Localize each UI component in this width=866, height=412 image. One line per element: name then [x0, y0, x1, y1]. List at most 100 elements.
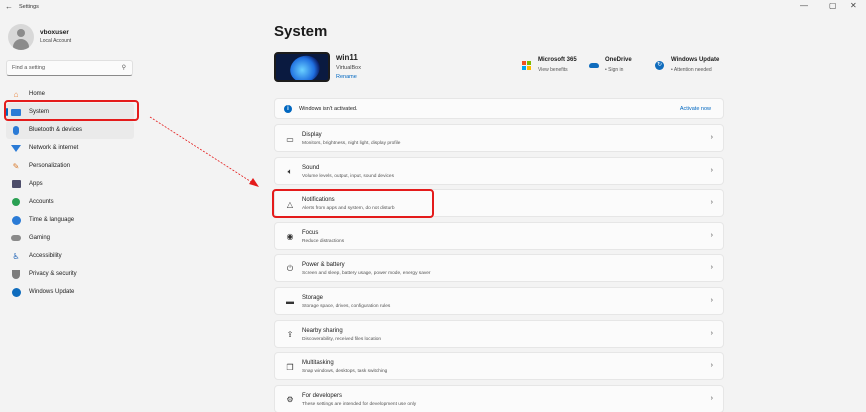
- quick-link-name: Windows Update: [671, 57, 720, 63]
- desktop-thumbnail: [274, 52, 330, 82]
- sidebar-item-label: Bluetooth & devices: [29, 127, 83, 133]
- sidebar-item-network[interactable]: Network & internet: [6, 139, 134, 157]
- setting-focus[interactable]: ◉ Focus Reduce distractions ›: [274, 221, 724, 250]
- quick-link-status: • Sign in: [605, 67, 624, 73]
- chevron-right-icon: ›: [710, 329, 713, 337]
- gamepad-icon: [11, 233, 21, 243]
- sidebar-item-apps[interactable]: Apps: [6, 175, 134, 193]
- globe-icon: [11, 215, 21, 225]
- sidebar-item-gaming[interactable]: Gaming: [6, 229, 134, 247]
- chevron-right-icon: ›: [710, 166, 713, 174]
- sidebar-item-privacy[interactable]: Privacy & security: [6, 265, 134, 283]
- focus-icon: ◉: [286, 232, 294, 242]
- sidebar-item-label: Network & internet: [29, 145, 79, 151]
- setting-for-developers[interactable]: ⚙ For developers These settings are inte…: [274, 384, 724, 412]
- setting-description: Volume levels, output, input, sound devi…: [302, 173, 394, 179]
- title-bar: ← Settings — ▢ ✕: [0, 0, 866, 14]
- power-icon: ⏻: [286, 264, 294, 274]
- setting-description: Monitors, brightness, night light, displ…: [302, 141, 401, 146]
- account-type: Local Account: [40, 38, 72, 44]
- quick-link-status: • Attention needed: [671, 67, 712, 73]
- setting-multitasking[interactable]: ❐ Multitasking Snap windows, desktops, t…: [274, 352, 724, 381]
- setting-description: Screen and sleep, battery usage, power m…: [302, 271, 431, 277]
- setting-sound[interactable]: 🔈︎ Sound Volume levels, output, input, s…: [274, 156, 724, 185]
- quick-link-status: View benefits: [538, 67, 568, 73]
- back-arrow-icon[interactable]: ←: [5, 2, 13, 12]
- sidebar-item-label: Personalization: [29, 163, 71, 169]
- setting-title: Display: [302, 132, 322, 138]
- chevron-right-icon: ›: [710, 264, 713, 272]
- chevron-right-icon: ›: [710, 394, 713, 402]
- activation-banner: i Windows isn't activated. Activate now: [274, 98, 724, 119]
- apps-icon: [11, 179, 21, 189]
- setting-storage[interactable]: ▬ Storage Storage space, drives, configu…: [274, 286, 724, 315]
- device-model: VirtualBox: [336, 65, 361, 71]
- close-button[interactable]: ✕: [850, 1, 857, 11]
- window-title: Settings: [19, 4, 39, 10]
- sidebar-item-bluetooth[interactable]: Bluetooth & devices: [6, 121, 134, 139]
- microsoft-logo-icon: [522, 61, 531, 70]
- setting-display[interactable]: ▭ Display Monitors, brightness, night li…: [274, 124, 724, 152]
- shield-icon: [11, 269, 21, 279]
- sidebar-item-personalization[interactable]: ✎ Personalization: [6, 157, 134, 175]
- sidebar-item-home[interactable]: ⌂ Home: [6, 85, 134, 103]
- user-name: vboxuser: [40, 29, 69, 36]
- bell-icon: △: [286, 199, 294, 209]
- setting-title: For developers: [302, 392, 343, 399]
- setting-description: Snap windows, desktops, task switching: [302, 369, 388, 375]
- maximize-button[interactable]: ▢: [829, 1, 837, 11]
- search-placeholder: Find a setting: [12, 65, 46, 71]
- page-title: System: [274, 23, 328, 40]
- setting-notifications[interactable]: △ Notifications Alerts from apps and sys…: [274, 189, 724, 218]
- storage-icon: ▬: [286, 297, 294, 307]
- sidebar-item-windows-update[interactable]: Windows Update: [6, 283, 134, 301]
- setting-title: Multitasking: [302, 360, 334, 367]
- setting-description: Alerts from apps and system, do not dist…: [302, 206, 395, 212]
- chevron-right-icon: ›: [710, 296, 713, 304]
- setting-title: Sound: [302, 164, 320, 171]
- system-icon: [11, 107, 21, 117]
- setting-power-battery[interactable]: ⏻ Power & battery Screen and sleep, batt…: [274, 254, 724, 283]
- bluetooth-icon: [11, 125, 21, 135]
- cloud-icon: [589, 63, 599, 68]
- search-input[interactable]: Find a setting ⚲: [6, 60, 133, 76]
- speaker-icon: 🔈︎: [287, 166, 293, 176]
- setting-title: Nearby sharing: [302, 327, 343, 334]
- sidebar-item-label: Accessibility: [29, 253, 62, 259]
- sidebar-item-time-language[interactable]: Time & language: [6, 211, 134, 229]
- user-profile[interactable]: vboxuser Local Account: [8, 24, 71, 50]
- sidebar-item-label: System: [29, 109, 50, 115]
- brush-icon: ✎: [12, 161, 20, 171]
- home-icon: ⌂: [13, 89, 19, 99]
- activate-now-link[interactable]: Activate now: [680, 106, 711, 112]
- sidebar-item-system[interactable]: System: [6, 103, 134, 121]
- multitasking-icon: ❐: [286, 362, 294, 372]
- update-icon: ↻: [655, 61, 664, 70]
- sidebar-item-label: Gaming: [29, 235, 51, 241]
- minimize-button[interactable]: —: [800, 1, 808, 11]
- info-icon: i: [284, 105, 292, 113]
- sidebar-item-accessibility[interactable]: ♿ Accessibility: [6, 247, 134, 265]
- setting-nearby-sharing[interactable]: ⇪ Nearby sharing Discoverability, receiv…: [274, 319, 724, 348]
- rename-link[interactable]: Rename: [336, 74, 357, 80]
- sidebar-item-label: Accounts: [29, 199, 54, 205]
- search-icon: ⚲: [121, 65, 126, 71]
- settings-list: ▭ Display Monitors, brightness, night li…: [274, 124, 724, 412]
- quick-link-name: Microsoft 365: [538, 57, 577, 63]
- share-icon: ⇪: [286, 330, 294, 340]
- chevron-right-icon: ›: [710, 362, 713, 370]
- setting-title: Power & battery: [302, 262, 345, 269]
- sidebar-item-label: Home: [29, 91, 46, 97]
- developer-icon: ⚙: [286, 395, 294, 405]
- accessibility-icon: ♿: [12, 251, 20, 261]
- monitor-icon: ▭: [286, 134, 294, 144]
- person-icon: [11, 197, 21, 207]
- avatar: [8, 24, 34, 50]
- setting-description: These settings are intended for developm…: [302, 401, 417, 407]
- update-icon: [11, 287, 21, 297]
- setting-description: Storage space, drives, configuration rul…: [302, 303, 391, 309]
- sidebar-item-label: Privacy & security: [29, 271, 77, 277]
- setting-title: Focus: [302, 229, 319, 236]
- chevron-right-icon: ›: [710, 134, 713, 141]
- sidebar-item-accounts[interactable]: Accounts: [6, 193, 134, 211]
